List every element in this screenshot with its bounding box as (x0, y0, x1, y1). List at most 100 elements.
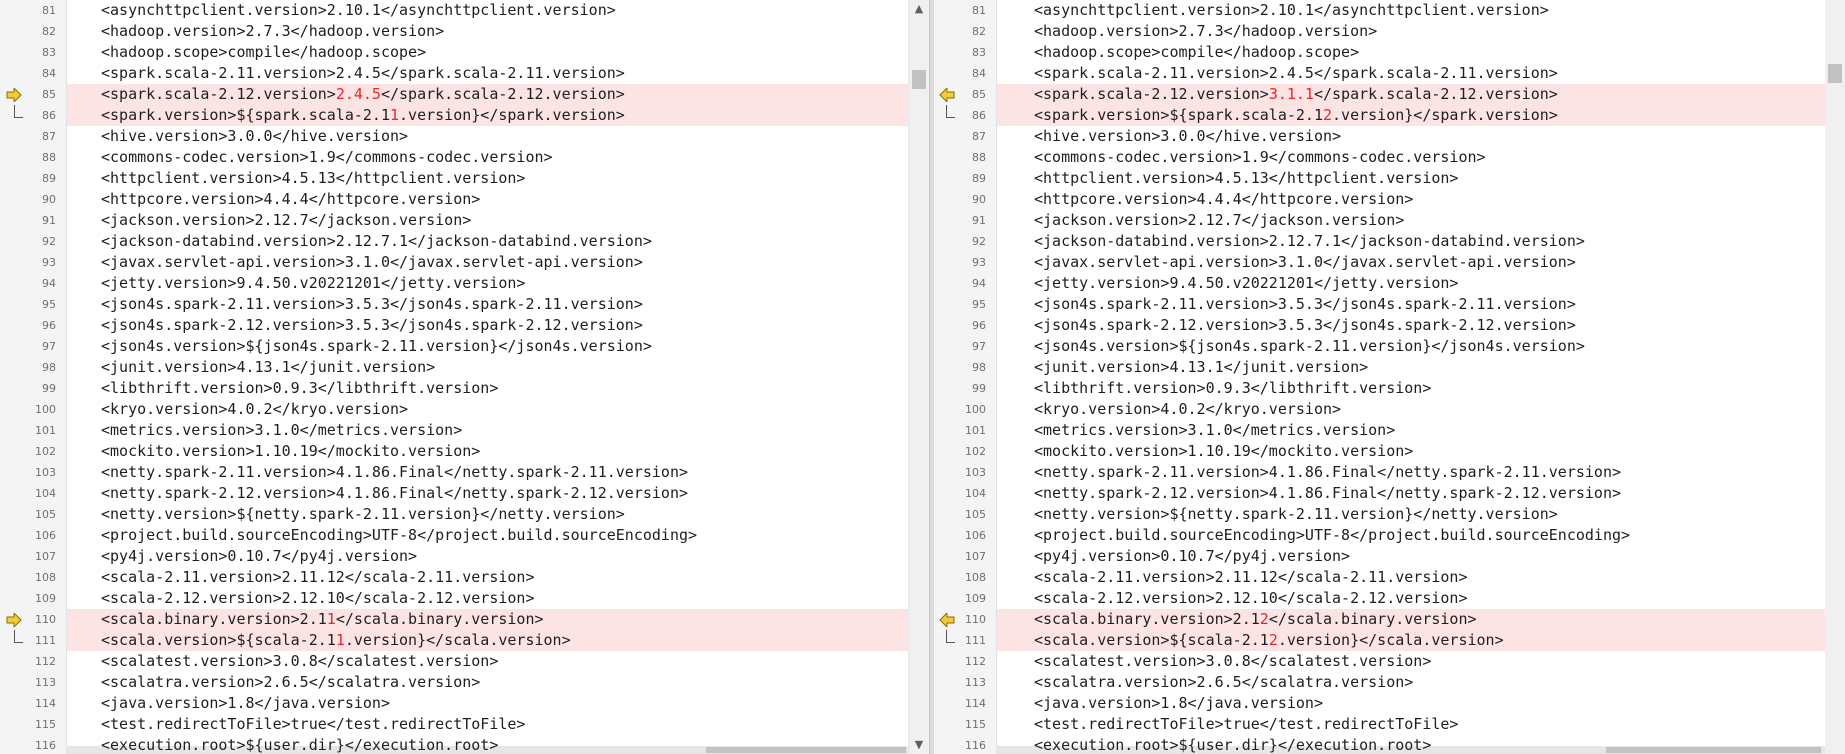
code-line: 84 <spark.scala-2.11.version>2.4.5</spark… (934, 63, 1845, 84)
line-number: 111 (35, 634, 56, 647)
code-segment: <spark.scala-2.11.version>2.4.5</spark.s… (1034, 64, 1558, 82)
code-text: <scala.binary.version>2.12</scala.binary… (1034, 609, 1477, 630)
diff-line: 111 <scala.version>${scala-2.12.version}<… (934, 630, 1845, 651)
line-number: 111 (965, 634, 986, 647)
line-number: 114 (965, 697, 986, 710)
line-number: 90 (42, 193, 56, 206)
code-segment: <jackson.version>2.12.7</jackson.version… (1034, 211, 1405, 229)
code-segment: <httpclient.version>4.5.13</httpclient.v… (1034, 169, 1459, 187)
code-line: 92 <jackson-databind.version>2.12.7.1</ja… (934, 231, 1845, 252)
code-line: 106 <project.build.sourceEncoding>UTF-8</… (0, 525, 908, 546)
line-number: 108 (35, 571, 56, 584)
code-segment: <httpcore.version>4.4.4</httpcore.versio… (101, 190, 481, 208)
code-text: <test.redirectToFile>true</test.redirect… (101, 714, 525, 735)
code-text: <jackson.version>2.12.7</jackson.version… (1034, 210, 1404, 231)
line-number: 84 (42, 67, 56, 80)
arrow-right-icon[interactable] (6, 86, 22, 104)
code-line: 102 <mockito.version>1.10.19</mockito.ver… (934, 441, 1845, 462)
code-text: <metrics.version>3.1.0</metrics.version> (1034, 420, 1395, 441)
code-text: <execution.root>${user.dir}</execution.r… (101, 735, 498, 754)
line-number: 81 (42, 4, 56, 17)
chevron-down-icon[interactable]: ▼ (909, 737, 929, 753)
line-number: 86 (42, 109, 56, 122)
right-vertical-scrollbar[interactable] (1825, 0, 1845, 754)
left-vertical-scrollbar[interactable]: ▲ ▼ (908, 0, 929, 754)
chevron-up-icon[interactable]: ▲ (909, 1, 929, 17)
code-text: <kryo.version>4.0.2</kryo.version> (1034, 399, 1341, 420)
code-segment: <spark.scala-2.12.version> (1034, 85, 1269, 103)
code-line: 95 <json4s.spark-2.11.version>3.5.3</json… (0, 294, 908, 315)
code-text: <spark.version>${spark.scala-2.12.versio… (1034, 105, 1558, 126)
code-segment: <junit.version>4.13.1</junit.version> (101, 358, 436, 376)
code-text: <scalatra.version>2.6.5</scalatra.versio… (101, 672, 480, 693)
code-text: <json4s.version>${json4s.spark-2.11.vers… (1034, 336, 1585, 357)
line-number: 115 (965, 718, 986, 731)
line-number: 98 (972, 361, 986, 374)
code-text: <jetty.version>9.4.50.v20221201</jetty.v… (101, 273, 525, 294)
code-line: 89 <httpclient.version>4.5.13</httpclient… (0, 168, 908, 189)
code-line: 101 <metrics.version>3.1.0</metrics.versi… (0, 420, 908, 441)
code-segment: <scala-2.12.version>2.12.10</scala-2.12.… (101, 589, 535, 607)
code-line: 113 <scalatra.version>2.6.5</scalatra.ver… (934, 672, 1845, 693)
left-hscroll-thumb[interactable] (706, 747, 906, 753)
code-line: 108 <scala-2.11.version>2.11.12</scala-2.… (934, 567, 1845, 588)
code-segment: <scalatra.version>2.6.5</scalatra.versio… (101, 673, 481, 691)
code-segment: <py4j.version>0.10.7</py4j.version> (101, 547, 418, 565)
code-segment: <spark.scala-2.12.version> (101, 85, 336, 103)
line-number: 83 (972, 46, 986, 59)
line-number: 82 (42, 25, 56, 38)
diff-line: 86 <spark.version>${spark.scala-2.11.vers… (0, 105, 908, 126)
left-diff-pane[interactable]: 81 <asynchttpclient.version>2.10.1</async… (0, 0, 908, 754)
code-text: <spark.version>${spark.scala-2.11.versio… (101, 105, 625, 126)
code-segment: <metrics.version>3.1.0</metrics.version> (1034, 421, 1396, 439)
code-text: <hive.version>3.0.0</hive.version> (1034, 126, 1341, 147)
code-text: <scala-2.12.version>2.12.10</scala-2.12.… (1034, 588, 1467, 609)
arrow-right-icon[interactable] (6, 611, 22, 629)
code-segment: .version}</spark.version> (399, 106, 625, 124)
code-line: 105 <netty.version>${netty.spark-2.11.ver… (934, 504, 1845, 525)
left-scroll-thumb[interactable] (912, 70, 926, 89)
code-line: 84 <spark.scala-2.11.version>2.4.5</spark… (0, 63, 908, 84)
code-text: <libthrift.version>0.9.3</libthrift.vers… (101, 378, 498, 399)
code-segment: </scala.binary.version> (335, 610, 544, 628)
code-line: 107 <py4j.version>0.10.7</py4j.version> (934, 546, 1845, 567)
code-line: 99 <libthrift.version>0.9.3</libthrift.ve… (934, 378, 1845, 399)
changed-text: 1 (335, 631, 345, 649)
diff-line: 110 <scala.binary.version>2.12</scala.bin… (934, 609, 1845, 630)
code-text: <scalatest.version>3.0.8</scalatest.vers… (1034, 651, 1431, 672)
line-number: 96 (42, 319, 56, 332)
line-number: 109 (35, 592, 56, 605)
right-scroll-thumb[interactable] (1828, 64, 1842, 83)
code-line: 115 <test.redirectToFile>true</test.redir… (934, 714, 1845, 735)
code-segment: </spark.scala-2.12.version> (1313, 85, 1558, 103)
line-number: 94 (972, 277, 986, 290)
arrow-left-icon[interactable] (939, 611, 955, 629)
code-text: <hive.version>3.0.0</hive.version> (101, 126, 408, 147)
line-number: 107 (965, 550, 986, 563)
code-line: 103 <netty.spark-2.11.version>4.1.86.Fina… (934, 462, 1845, 483)
line-number: 99 (42, 382, 56, 395)
arrow-left-icon[interactable] (939, 86, 955, 104)
code-segment: <jackson-databind.version>2.12.7.1</jack… (1034, 232, 1585, 250)
code-line: 104 <netty.spark-2.12.version>4.1.86.Fina… (0, 483, 908, 504)
code-segment: <execution.root>${user.dir}</execution.r… (101, 736, 499, 754)
code-text: <metrics.version>3.1.0</metrics.version> (101, 420, 462, 441)
code-segment: <json4s.spark-2.11.version>3.5.3</json4s… (101, 295, 643, 313)
code-text: <scala-2.11.version>2.11.12</scala-2.11.… (1034, 567, 1467, 588)
code-line: 90 <httpcore.version>4.4.4</httpcore.vers… (0, 189, 908, 210)
right-hscroll-thumb[interactable] (1606, 747, 1821, 753)
right-diff-pane[interactable]: 81 <asynchttpclient.version>2.10.1</async… (934, 0, 1845, 754)
code-segment: <asynchttpclient.version>2.10.1</asyncht… (1034, 1, 1549, 19)
code-segment: <httpclient.version>4.5.13</httpclient.v… (101, 169, 526, 187)
code-line: 82 <hadoop.version>2.7.3</hadoop.version> (0, 21, 908, 42)
code-segment: <json4s.spark-2.12.version>3.5.3</json4s… (101, 316, 643, 334)
line-number: 93 (42, 256, 56, 269)
code-segment: <javax.servlet-api.version>3.1.0</javax.… (1034, 253, 1576, 271)
code-text: <netty.spark-2.12.version>4.1.86.Final</… (1034, 483, 1621, 504)
code-segment: <json4s.spark-2.11.version>3.5.3</json4s… (1034, 295, 1576, 313)
changed-text: 3.1.1 (1268, 85, 1314, 103)
code-text: <scala.version>${scala-2.12.version}</sc… (1034, 630, 1504, 651)
changed-text: 1 (389, 106, 400, 124)
code-segment: <netty.spark-2.11.version>4.1.86.Final</… (101, 463, 688, 481)
line-number: 115 (35, 718, 56, 731)
